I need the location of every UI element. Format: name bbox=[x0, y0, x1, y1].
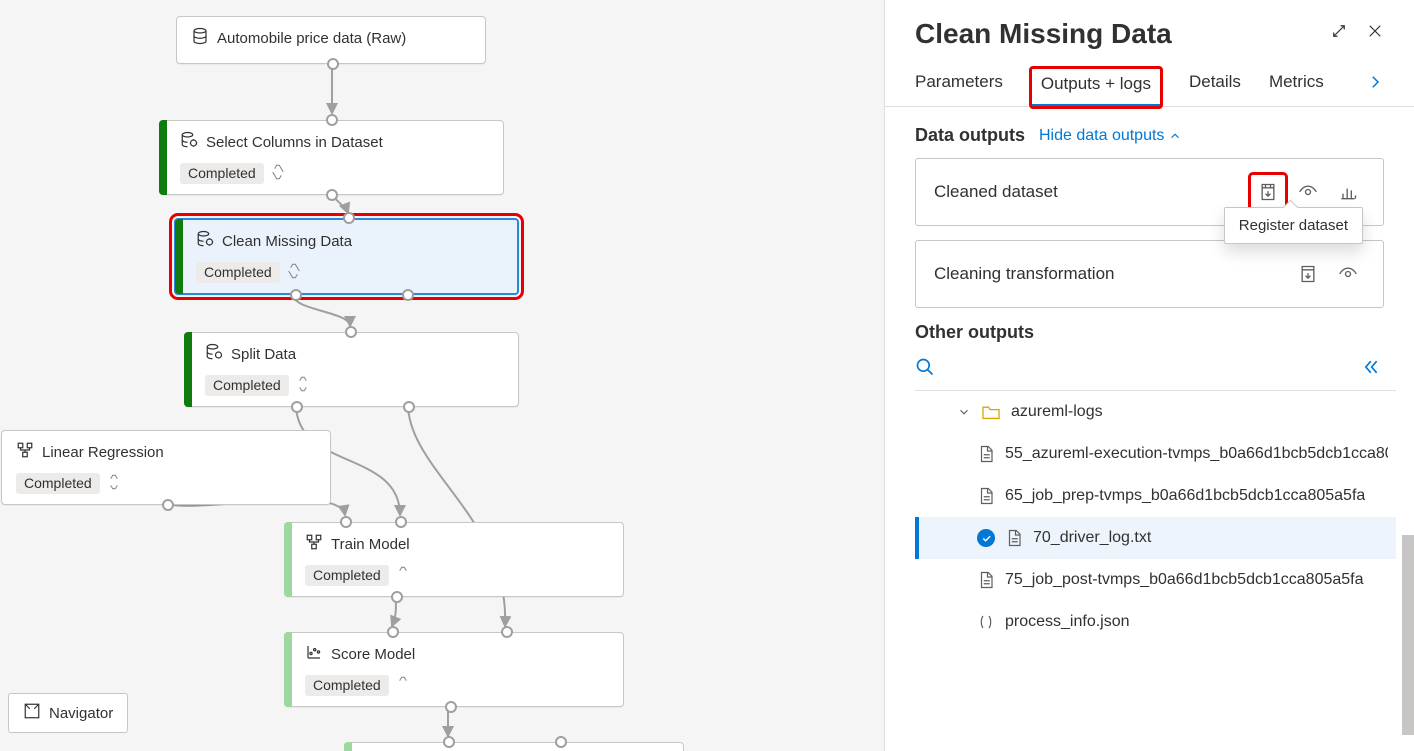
output-port[interactable] bbox=[391, 591, 403, 603]
tree-label: 75_job_post-tvmps_b0a66d1bcb5dcb1cca805a… bbox=[1005, 571, 1364, 589]
status-badge: Completed bbox=[305, 565, 389, 586]
input-port-1[interactable] bbox=[340, 516, 352, 528]
output-cleaned-dataset: Cleaned dataset Register dataset bbox=[915, 158, 1384, 226]
input-port-1[interactable] bbox=[387, 626, 399, 638]
output-port[interactable] bbox=[326, 189, 338, 201]
node-title: Linear Regression bbox=[42, 444, 164, 461]
node-title: Score Model bbox=[331, 646, 415, 663]
tabs-scroll-right-icon[interactable] bbox=[1366, 73, 1384, 102]
tab-parameters[interactable]: Parameters bbox=[915, 72, 1003, 102]
flow-icon bbox=[305, 533, 323, 555]
tree-label: 70_driver_log.txt bbox=[1033, 529, 1151, 547]
chart-icon bbox=[305, 643, 323, 665]
node-title: Automobile price data (Raw) bbox=[217, 30, 406, 47]
output-port[interactable] bbox=[327, 58, 339, 70]
tree-file-selected[interactable]: 70_driver_log.txt bbox=[915, 517, 1396, 559]
tree-label: process_info.json bbox=[1005, 613, 1130, 631]
navigator-button[interactable]: Navigator bbox=[8, 693, 128, 733]
scrollbar-thumb[interactable] bbox=[1402, 535, 1414, 735]
tree-label: 65_job_prep-tvmps_b0a66d1bcb5dcb1cca805a… bbox=[1005, 487, 1365, 505]
input-port-1[interactable] bbox=[443, 736, 455, 748]
node-split-data[interactable]: Split Data Completed bbox=[184, 332, 519, 407]
input-port[interactable] bbox=[345, 326, 357, 338]
node-clean-missing-data[interactable]: Clean Missing Data Completed bbox=[174, 218, 519, 295]
database-icon bbox=[191, 27, 209, 49]
status-badge: Completed bbox=[205, 375, 289, 396]
collapse-tree-icon[interactable] bbox=[1360, 357, 1380, 380]
recycle-icon bbox=[295, 376, 311, 395]
output-port-1[interactable] bbox=[291, 401, 303, 413]
recycle-icon bbox=[395, 676, 411, 695]
tree-label: 55_azureml-execution-tvmps_b0a66d1bcb5dc… bbox=[1005, 445, 1388, 463]
output-port[interactable] bbox=[445, 701, 457, 713]
status-badge: Completed bbox=[180, 163, 264, 184]
register-dataset-button[interactable] bbox=[1251, 175, 1285, 209]
recycle-icon bbox=[270, 164, 286, 183]
output-label: Cleaned dataset bbox=[934, 182, 1058, 202]
node-title: Train Model bbox=[331, 536, 410, 553]
input-port-2[interactable] bbox=[501, 626, 513, 638]
node-automobile-raw[interactable]: Automobile price data (Raw) bbox=[176, 16, 486, 64]
output-port-1[interactable] bbox=[290, 289, 302, 301]
recycle-icon bbox=[286, 263, 302, 282]
tab-outputs-logs[interactable]: Outputs + logs bbox=[1031, 68, 1161, 107]
input-port[interactable] bbox=[326, 114, 338, 126]
tab-details[interactable]: Details bbox=[1189, 72, 1241, 102]
preview-button[interactable] bbox=[1331, 257, 1365, 291]
tab-metrics[interactable]: Metrics bbox=[1269, 72, 1324, 102]
check-circle-icon bbox=[977, 529, 995, 547]
node-train-model[interactable]: Train Model Completed bbox=[284, 522, 624, 597]
input-port[interactable] bbox=[343, 212, 355, 224]
node-linear-regression[interactable]: Linear Regression Completed bbox=[1, 430, 331, 505]
expand-icon[interactable] bbox=[1330, 22, 1348, 43]
panel-tabs: Parameters Outputs + logs Details Metric… bbox=[885, 50, 1414, 107]
output-port[interactable] bbox=[162, 499, 174, 511]
search-icon[interactable] bbox=[915, 357, 935, 380]
dataset-gear-icon bbox=[196, 230, 214, 252]
tree-label: azureml-logs bbox=[1011, 403, 1103, 421]
output-cleaning-transformation: Cleaning transformation bbox=[915, 240, 1384, 308]
status-badge: Completed bbox=[305, 675, 389, 696]
hide-data-outputs-link[interactable]: Hide data outputs bbox=[1039, 127, 1182, 145]
close-icon[interactable] bbox=[1366, 22, 1384, 43]
outputs-tree: azureml-logs 55_azureml-execution-tvmps_… bbox=[915, 390, 1396, 643]
output-port-2[interactable] bbox=[402, 289, 414, 301]
node-select-columns[interactable]: Select Columns in Dataset Completed bbox=[159, 120, 504, 195]
input-port-2[interactable] bbox=[395, 516, 407, 528]
tree-folder-azureml-logs[interactable]: azureml-logs bbox=[915, 391, 1396, 433]
tree-file[interactable]: process_info.json bbox=[915, 601, 1396, 643]
navigator-label: Navigator bbox=[49, 705, 113, 722]
preview-button[interactable] bbox=[1291, 175, 1325, 209]
tree-file[interactable]: 75_job_post-tvmps_b0a66d1bcb5dcb1cca805a… bbox=[915, 559, 1396, 601]
hide-data-outputs-label: Hide data outputs bbox=[1039, 127, 1164, 145]
output-label: Cleaning transformation bbox=[934, 264, 1114, 284]
dataset-gear-icon bbox=[180, 131, 198, 153]
node-score-model[interactable]: Score Model Completed bbox=[284, 632, 624, 707]
recycle-icon bbox=[395, 566, 411, 585]
visualize-button[interactable] bbox=[1331, 175, 1365, 209]
flow-icon bbox=[16, 441, 34, 463]
node-title: Clean Missing Data bbox=[222, 233, 352, 250]
data-outputs-heading: Data outputs bbox=[915, 125, 1025, 146]
input-port-2[interactable] bbox=[555, 736, 567, 748]
recycle-icon bbox=[106, 474, 122, 493]
status-badge: Completed bbox=[196, 262, 280, 283]
panel-title: Clean Missing Data bbox=[915, 18, 1172, 50]
register-dataset-tooltip: Register dataset bbox=[1224, 207, 1363, 244]
navigator-icon bbox=[23, 702, 41, 724]
details-panel: Clean Missing Data Parameters Outputs + … bbox=[884, 0, 1414, 751]
output-port-2[interactable] bbox=[403, 401, 415, 413]
tree-file[interactable]: 65_job_prep-tvmps_b0a66d1bcb5dcb1cca805a… bbox=[915, 475, 1396, 517]
dataset-gear-icon bbox=[205, 343, 223, 365]
node-title: Split Data bbox=[231, 346, 296, 363]
tree-file[interactable]: 55_azureml-execution-tvmps_b0a66d1bcb5dc… bbox=[915, 433, 1396, 475]
status-badge: Completed bbox=[16, 473, 100, 494]
node-title: Select Columns in Dataset bbox=[206, 134, 383, 151]
pipeline-canvas[interactable]: Automobile price data (Raw) Select Colum… bbox=[0, 0, 884, 751]
other-outputs-heading: Other outputs bbox=[915, 322, 1384, 343]
node-evaluate-model[interactable]: Evaluate Model bbox=[344, 742, 684, 751]
register-dataset-button[interactable] bbox=[1291, 257, 1325, 291]
